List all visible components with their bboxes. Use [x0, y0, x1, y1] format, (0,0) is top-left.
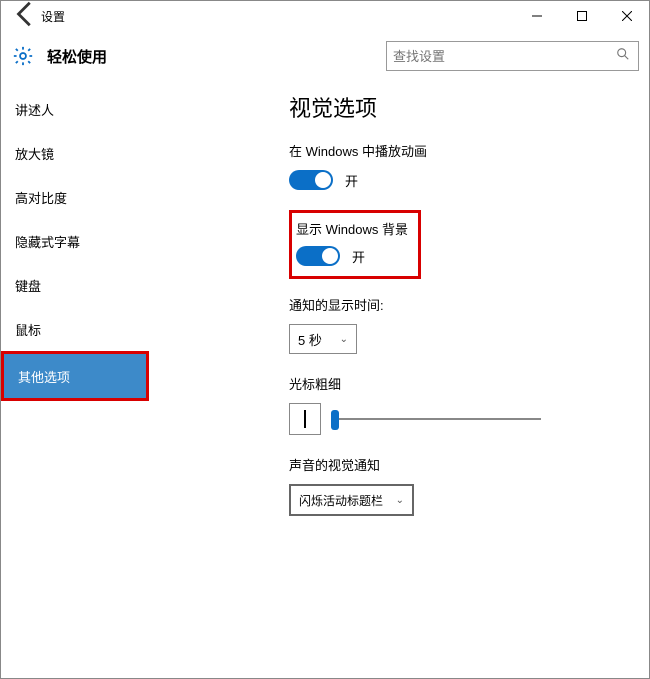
gear-icon	[11, 44, 35, 68]
group-notify-time: 通知的显示时间: 5 秒 ⌄	[289, 295, 627, 354]
sidebar-item-label: 键盘	[15, 276, 41, 295]
slider-thumb[interactable]	[331, 410, 339, 430]
chevron-down-icon: ⌄	[396, 495, 404, 506]
select-notify-time-value: 5 秒	[298, 330, 322, 349]
sidebar: 讲述人 放大镜 高对比度 隐藏式字幕 键盘 鼠标 其他选项	[1, 81, 271, 678]
select-sound-visual[interactable]: 闪烁活动标题栏 ⌄	[289, 484, 414, 516]
select-notify-time[interactable]: 5 秒 ⌄	[289, 324, 357, 354]
label-animations: 在 Windows 中播放动画	[289, 141, 627, 160]
sidebar-item-magnifier[interactable]: 放大镜	[1, 131, 271, 175]
chevron-down-icon: ⌄	[340, 334, 348, 345]
back-button[interactable]	[11, 0, 41, 34]
label-cursor: 光标粗细	[289, 374, 627, 393]
content-heading: 视觉选项	[289, 91, 627, 123]
label-notify-time: 通知的显示时间:	[289, 295, 627, 314]
sidebar-item-high-contrast[interactable]: 高对比度	[1, 175, 271, 219]
search-input[interactable]	[393, 49, 616, 64]
group-sound-visual: 声音的视觉通知 闪烁活动标题栏 ⌄	[289, 455, 627, 516]
sidebar-item-label: 讲述人	[15, 100, 54, 119]
sidebar-item-label: 放大镜	[15, 144, 54, 163]
titlebar: 设置	[1, 1, 649, 31]
toggle-background-state: 开	[352, 247, 365, 266]
sidebar-item-label: 其他选项	[18, 367, 70, 386]
page-title: 轻松使用	[47, 46, 107, 67]
sidebar-item-label: 鼠标	[15, 320, 41, 339]
highlight-box-sidebar: 其他选项	[1, 351, 149, 401]
sidebar-item-narrator[interactable]: 讲述人	[1, 87, 271, 131]
cursor-preview	[289, 403, 321, 435]
window-controls	[514, 1, 649, 31]
sidebar-item-closed-captions[interactable]: 隐藏式字幕	[1, 219, 271, 263]
maximize-button[interactable]	[559, 1, 604, 31]
slider-cursor-thickness[interactable]	[331, 407, 541, 431]
highlight-box-background: 显示 Windows 背景 开	[289, 210, 421, 279]
sidebar-item-other-options[interactable]: 其他选项	[4, 354, 146, 398]
sidebar-item-label: 高对比度	[15, 188, 67, 207]
label-background: 显示 Windows 背景	[296, 219, 408, 238]
toggle-background[interactable]	[296, 246, 340, 266]
search-box[interactable]	[386, 41, 639, 71]
header: 轻松使用	[1, 31, 649, 81]
content: 视觉选项 在 Windows 中播放动画 开 显示 Windows 背景 开 通…	[271, 81, 649, 678]
window-title: 设置	[41, 8, 65, 25]
sidebar-item-label: 隐藏式字幕	[15, 232, 80, 251]
toggle-animations[interactable]	[289, 170, 333, 190]
group-cursor: 光标粗细	[289, 374, 627, 435]
minimize-button[interactable]	[514, 1, 559, 31]
sidebar-item-keyboard[interactable]: 键盘	[1, 263, 271, 307]
toggle-animations-state: 开	[345, 171, 358, 190]
group-animations: 在 Windows 中播放动画 开	[289, 141, 627, 190]
sidebar-item-mouse[interactable]: 鼠标	[1, 307, 271, 351]
select-sound-visual-value: 闪烁活动标题栏	[299, 492, 383, 509]
close-button[interactable]	[604, 1, 649, 31]
label-sound-visual: 声音的视觉通知	[289, 455, 627, 474]
search-icon[interactable]	[616, 47, 632, 66]
